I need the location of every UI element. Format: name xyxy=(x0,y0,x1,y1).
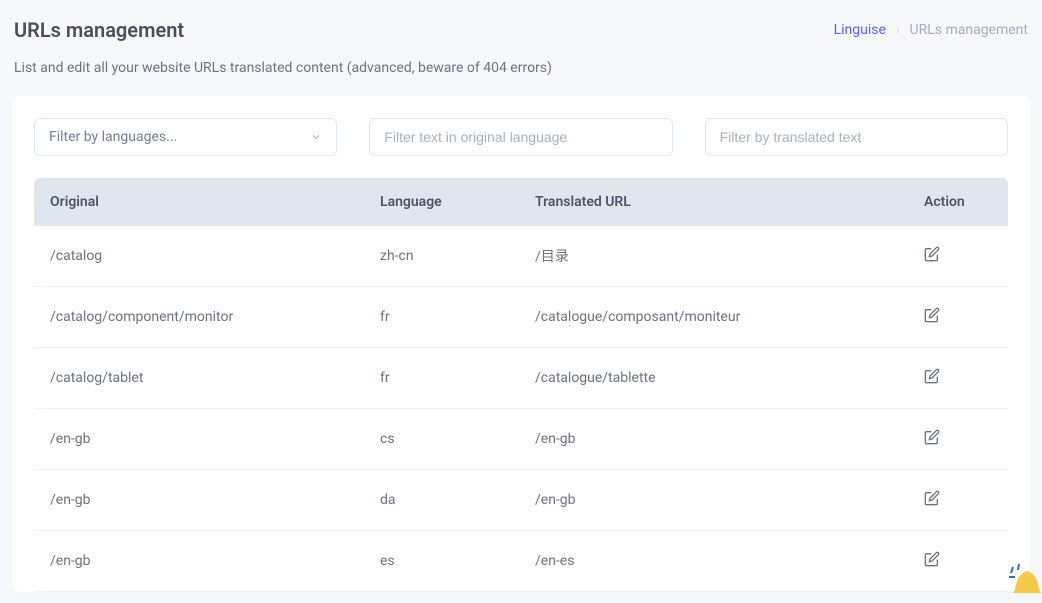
cell-original: /en-gb xyxy=(34,470,364,531)
breadcrumb-root-link[interactable]: Linguise xyxy=(834,22,886,38)
cell-language: fr xyxy=(364,348,519,409)
edit-icon[interactable] xyxy=(924,307,940,323)
table-body: /catalog zh-cn /目录 /catalog/component/mo… xyxy=(34,226,1008,592)
table-header-row: Original Language Translated URL Action xyxy=(34,178,1008,226)
cell-action xyxy=(908,409,1008,470)
edit-icon[interactable] xyxy=(924,429,940,445)
cell-language: cs xyxy=(364,409,519,470)
cell-action xyxy=(908,287,1008,348)
filter-language-select[interactable]: Filter by languages... xyxy=(34,118,337,156)
col-header-original: Original xyxy=(34,178,364,226)
edit-icon[interactable] xyxy=(924,246,940,262)
chevron-right-icon: › xyxy=(896,23,900,37)
filter-original-input[interactable] xyxy=(369,118,672,156)
chevron-down-icon xyxy=(310,131,322,143)
edit-icon[interactable] xyxy=(924,368,940,384)
page-subtitle: List and edit all your website URLs tran… xyxy=(0,48,1042,96)
filters-row: Filter by languages... xyxy=(12,118,1030,156)
cell-translated: /目录 xyxy=(519,226,908,287)
cell-translated: /en-es xyxy=(519,531,908,592)
edit-icon[interactable] xyxy=(924,551,940,567)
urls-table: Original Language Translated URL Action … xyxy=(34,178,1008,592)
page-title: URLs management xyxy=(14,18,184,42)
cell-action xyxy=(908,470,1008,531)
table-row: /catalog zh-cn /目录 xyxy=(34,226,1008,287)
cell-original: /en-gb xyxy=(34,409,364,470)
col-header-action: Action xyxy=(908,178,1008,226)
cell-original: /catalog xyxy=(34,226,364,287)
col-header-language: Language xyxy=(364,178,519,226)
cell-action xyxy=(908,348,1008,409)
cell-language: da xyxy=(364,470,519,531)
table-row: /en-gb cs /en-gb xyxy=(34,409,1008,470)
cell-original: /catalog/tablet xyxy=(34,348,364,409)
cell-language: fr xyxy=(364,287,519,348)
page-header: URLs management Linguise › URLs manageme… xyxy=(0,0,1042,48)
cell-translated: /catalogue/tablette xyxy=(519,348,908,409)
cell-original: /en-gb xyxy=(34,531,364,592)
cell-action xyxy=(908,531,1008,592)
breadcrumb: Linguise › URLs management xyxy=(834,22,1028,38)
cell-translated: /en-gb xyxy=(519,470,908,531)
filter-translated-input[interactable] xyxy=(705,118,1008,156)
table-row: /catalog/component/monitor fr /catalogue… xyxy=(34,287,1008,348)
cell-language: zh-cn xyxy=(364,226,519,287)
table-row: /en-gb es /en-es xyxy=(34,531,1008,592)
table-row: /en-gb da /en-gb xyxy=(34,470,1008,531)
breadcrumb-current: URLs management xyxy=(910,22,1028,38)
col-header-translated: Translated URL xyxy=(519,178,908,226)
filter-language-placeholder: Filter by languages... xyxy=(49,129,177,145)
edit-icon[interactable] xyxy=(924,490,940,506)
cell-language: es xyxy=(364,531,519,592)
cell-translated: /catalogue/composant/moniteur xyxy=(519,287,908,348)
table-row: /catalog/tablet fr /catalogue/tablette xyxy=(34,348,1008,409)
main-card: Filter by languages... Original Language… xyxy=(12,96,1030,592)
cell-action xyxy=(908,226,1008,287)
cell-original: /catalog/component/monitor xyxy=(34,287,364,348)
cell-translated: /en-gb xyxy=(519,409,908,470)
